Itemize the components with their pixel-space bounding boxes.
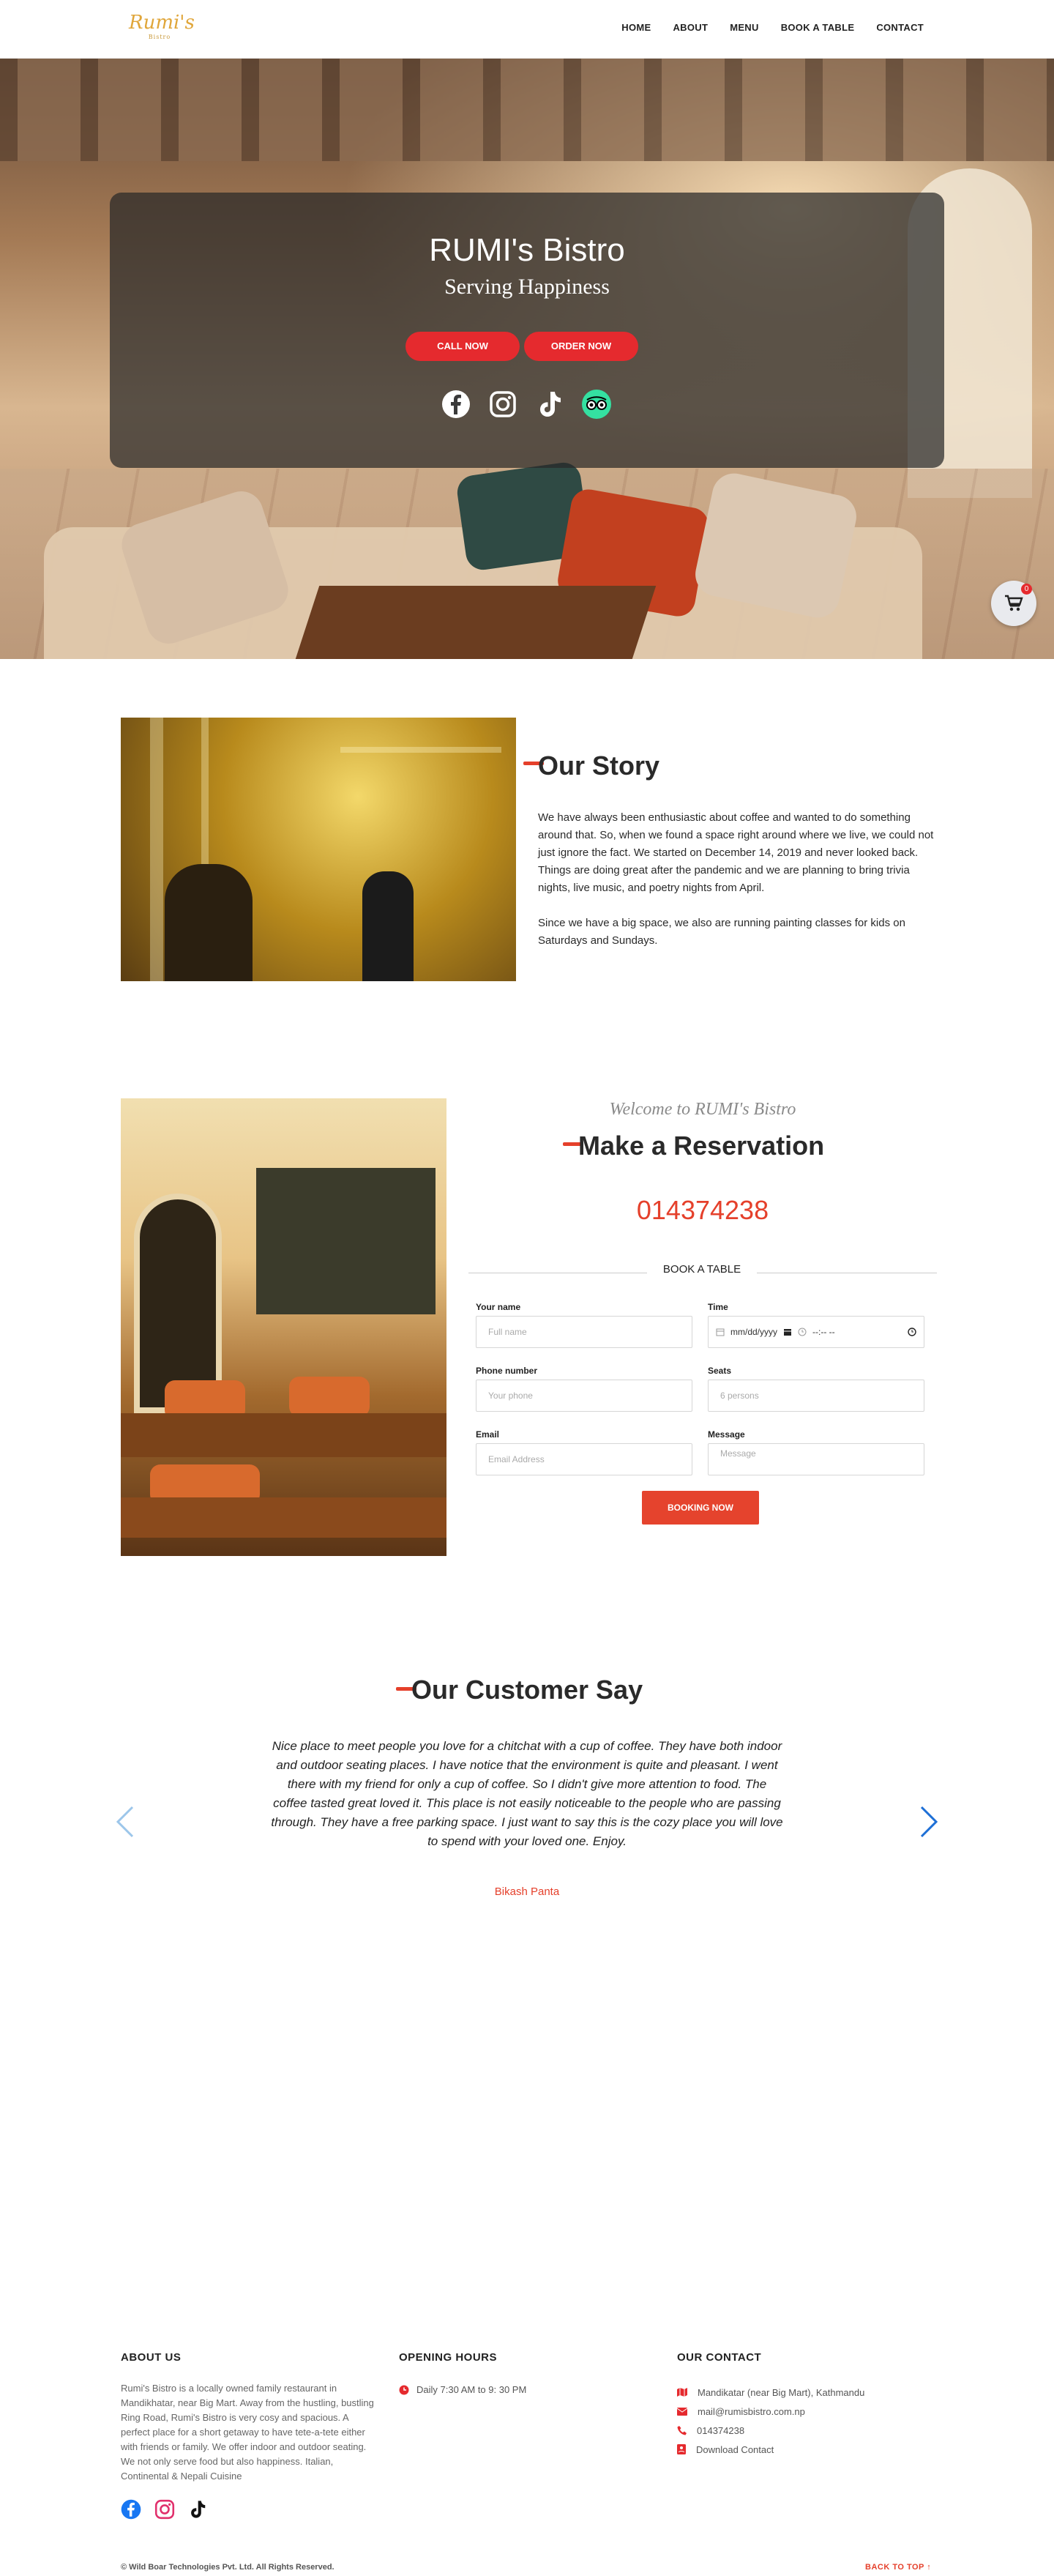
floating-cart-button[interactable]: 0 [991, 581, 1036, 626]
message-textarea[interactable]: Message [708, 1443, 924, 1475]
footer-copyright: © Wild Boar Technologies Pvt. Ltd. All R… [121, 2563, 334, 2572]
datetime-input[interactable]: mm/dd/yyyy --:-- -- [708, 1316, 924, 1348]
carousel-prev-arrow-icon[interactable] [115, 1806, 137, 1838]
photo-figure [362, 871, 414, 981]
story-heading: Our Story [538, 751, 660, 781]
phone-text: 014374238 [697, 2424, 745, 2436]
nav-book-table-link[interactable]: BOOK A TABLE [781, 22, 855, 33]
hero-section: RUMI's Bistro Serving Happiness CALL NOW… [0, 59, 1054, 659]
footer-about-heading: ABOUT US [121, 2351, 182, 2364]
phone-label: Phone number [476, 1366, 538, 1376]
footer-contact-heading: OUR CONTACT [677, 2351, 762, 2364]
hero-title: RUMI's Bistro [429, 232, 625, 268]
footer-about-text: Rumi's Bistro is a locally owned family … [121, 2383, 374, 2482]
phone-icon [677, 2425, 687, 2435]
hero-table [295, 586, 657, 659]
photo-detail [289, 1377, 370, 1417]
main-menu: HOME ABOUT MENU BOOK A TABLE CONTACT [621, 22, 924, 33]
call-now-button[interactable]: CALL NOW [405, 332, 520, 361]
story-photo [121, 718, 516, 981]
clock-icon [399, 2385, 409, 2394]
hours-text: Daily 7:30 AM to 9: 30 PM [416, 2384, 527, 2395]
carousel-next-arrow-icon[interactable] [917, 1806, 939, 1838]
name-input[interactable]: Full name [476, 1316, 692, 1348]
facebook-icon[interactable] [121, 2499, 141, 2520]
footer-hours: Daily 7:30 AM to 9: 30 PM [399, 2384, 526, 2395]
time-label: Time [708, 1302, 728, 1312]
time-value: --:-- -- [812, 1327, 835, 1337]
contact-address: Mandikatar (near Big Mart), Kathmandu [677, 2383, 864, 2402]
email-text: mail@rumisbistro.com.np [698, 2405, 805, 2417]
calendar-icon [716, 1328, 725, 1336]
message-label: Message [708, 1429, 745, 1440]
testimonial-author: Bikash Panta [494, 1886, 560, 1898]
top-navbar: Rumi's Bistro HOME ABOUT MENU BOOK A TAB… [0, 0, 1054, 59]
photo-detail [121, 1497, 446, 1538]
instagram-icon[interactable] [154, 2499, 175, 2520]
order-now-button[interactable]: ORDER NOW [524, 332, 638, 361]
email-input[interactable]: Email Address [476, 1443, 692, 1475]
contact-download[interactable]: Download Contact [677, 2440, 864, 2459]
contact-card-icon [677, 2444, 686, 2454]
date-value: mm/dd/yyyy [730, 1327, 778, 1337]
reservation-phone[interactable]: 014374238 [468, 1195, 937, 1226]
logo-text: Rumi's [129, 12, 195, 34]
phone-input[interactable]: Your phone [476, 1380, 692, 1412]
contact-phone[interactable]: 014374238 [677, 2421, 864, 2440]
hero-overlay-panel: RUMI's Bistro Serving Happiness CALL NOW… [110, 193, 944, 468]
footer-social-links [121, 2499, 207, 2520]
reservation-heading: Make a Reservation [578, 1131, 825, 1161]
photo-detail [150, 718, 163, 981]
footer-contact-list: Mandikatar (near Big Mart), Kathmandu ma… [677, 2383, 864, 2459]
contact-email[interactable]: mail@rumisbistro.com.np [677, 2402, 864, 2421]
seats-label: Seats [708, 1366, 732, 1376]
logo-subtext: Bistro [148, 34, 171, 40]
testimonial-quote: Nice place to meet people you love for a… [271, 1739, 783, 1848]
photo-detail [121, 1413, 446, 1457]
nav-about-link[interactable]: ABOUT [673, 22, 708, 33]
cart-count-badge: 0 [1021, 584, 1032, 595]
hero-buttons: CALL NOW ORDER NOW [405, 332, 638, 361]
nav-contact-link[interactable]: CONTACT [876, 22, 924, 33]
book-table-label: BOOK A TABLE [647, 1261, 757, 1278]
address-text: Mandikatar (near Big Mart), Kathmandu [698, 2386, 865, 2398]
tiktok-icon[interactable] [534, 389, 565, 420]
name-label: Your name [476, 1302, 521, 1312]
clock-picker-icon[interactable] [908, 1328, 916, 1336]
brand-logo[interactable]: Rumi's Bistro [129, 12, 195, 45]
download-contact-link[interactable]: Download Contact [696, 2444, 774, 2455]
map-icon [677, 2388, 687, 2397]
reservation-photo [121, 1098, 446, 1556]
nav-home-link[interactable]: HOME [621, 22, 651, 33]
instagram-icon[interactable] [487, 389, 518, 420]
hero-social-links [441, 389, 612, 420]
facebook-icon[interactable] [441, 389, 471, 420]
tripadvisor-icon[interactable] [581, 389, 612, 420]
story-text: We have always been enthusiastic about c… [538, 809, 937, 950]
photo-detail [256, 1168, 436, 1314]
seats-input[interactable]: 6 persons [708, 1380, 924, 1412]
envelope-icon [677, 2407, 687, 2416]
clock-icon [798, 1328, 807, 1336]
photo-figure [165, 864, 253, 981]
story-paragraph: Since we have a big space, we also are r… [538, 917, 905, 947]
photo-detail [340, 747, 501, 753]
cart-icon [1005, 595, 1023, 611]
hero-background-beams [0, 59, 1054, 161]
tiktok-icon[interactable] [188, 2499, 207, 2520]
calendar-picker-icon[interactable] [783, 1328, 792, 1336]
nav-menu-link[interactable]: MENU [730, 22, 758, 33]
hero-subtitle: Serving Happiness [444, 275, 610, 299]
reservation-welcome: Welcome to RUMI's Bistro [609, 1100, 796, 1119]
email-label: Email [476, 1429, 500, 1440]
testimonial-heading: Our Customer Say [411, 1675, 643, 1705]
booking-now-button[interactable]: BOOKING NOW [642, 1491, 759, 1525]
footer-hours-heading: OPENING HOURS [399, 2351, 498, 2364]
back-to-top-link[interactable]: BACK TO TOP ↑ [865, 2563, 931, 2572]
story-paragraph: We have always been enthusiastic about c… [538, 811, 934, 894]
